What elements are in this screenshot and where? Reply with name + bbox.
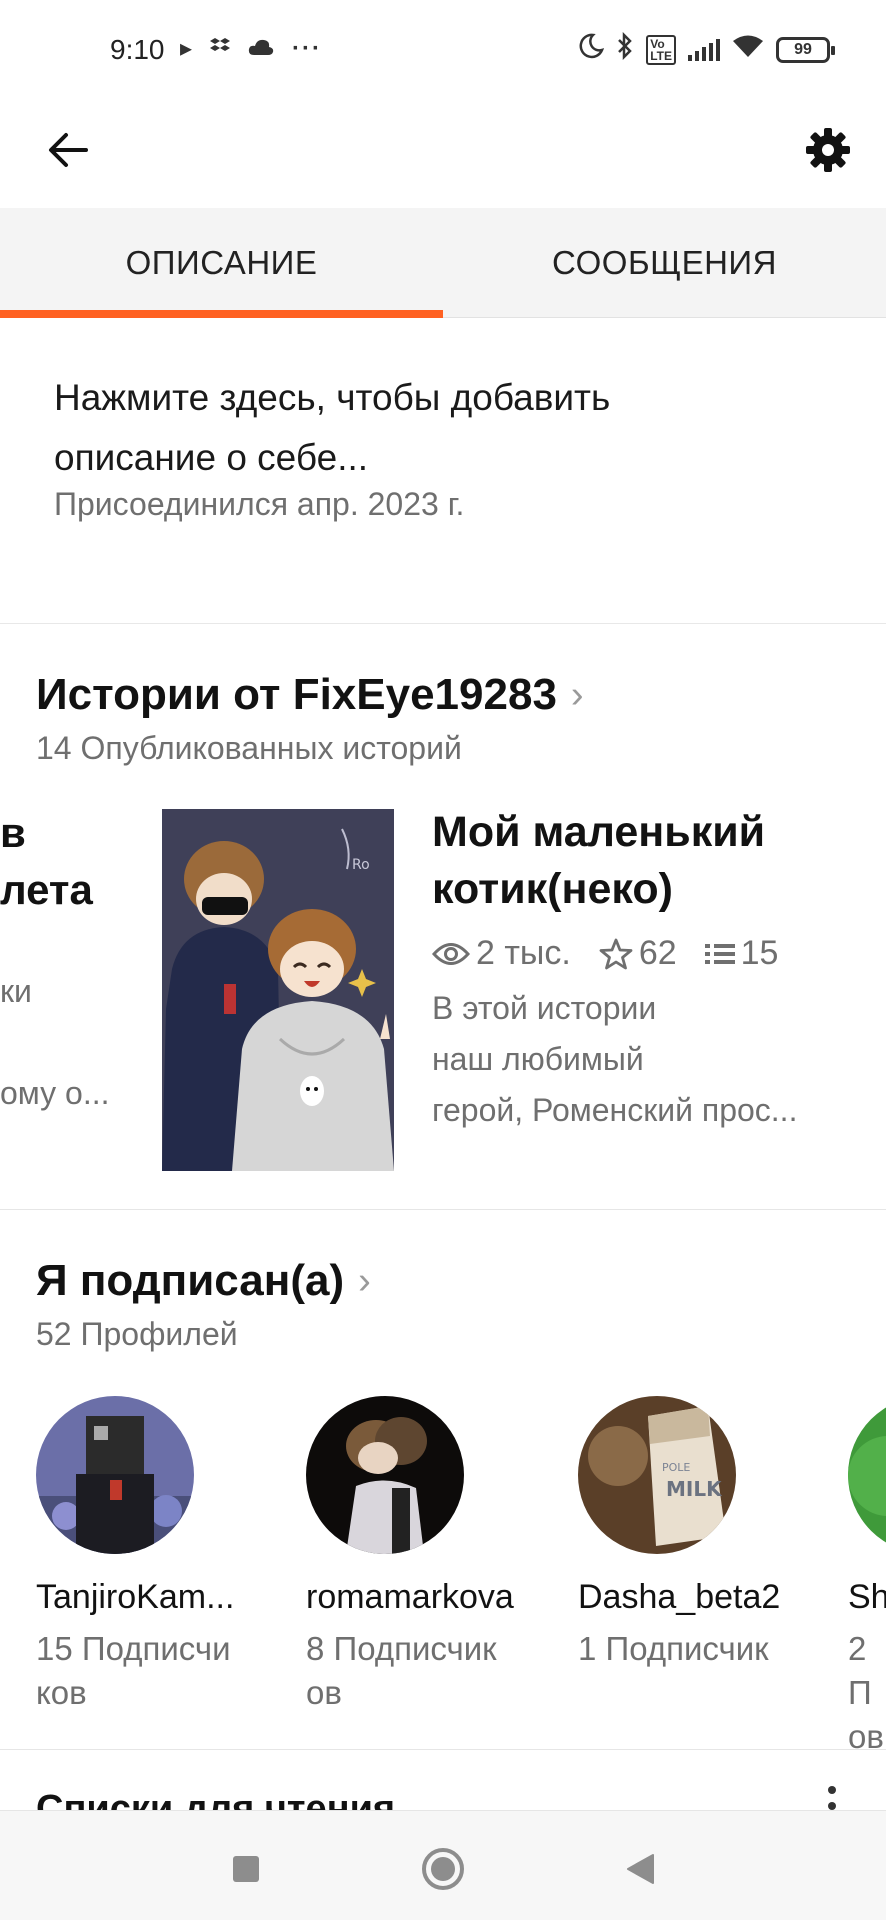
- following-count: 52 Профилей: [36, 1316, 238, 1352]
- battery-icon: 99: [776, 36, 835, 63]
- stories-count: 14 Опубликованных историй: [36, 730, 462, 766]
- stories-title: Истории от FixEye19283: [36, 670, 557, 719]
- tab-description[interactable]: ОПИСАНИЕ: [0, 208, 443, 318]
- signal-icon: [688, 38, 720, 61]
- following-title: Я подписан(а): [36, 1256, 345, 1305]
- more-vert-icon[interactable]: [828, 1786, 836, 1810]
- profile-followers: 2 П ов: [848, 1630, 884, 1755]
- reading-lists-section: Списки для чтения: [0, 1750, 886, 1810]
- chevron-right-icon: ›: [358, 1259, 371, 1302]
- list-icon: [704, 943, 735, 964]
- story-cover[interactable]: Ro: [162, 809, 394, 1171]
- story-card[interactable]: Мой маленький котик(неко) 2 тыс. 62 15 В…: [432, 804, 872, 1136]
- gear-icon: [806, 128, 850, 172]
- add-description-prompt[interactable]: Нажмите здесь, чтобы добавить описание о…: [54, 368, 774, 488]
- profile-name: romamarkova: [306, 1578, 514, 1616]
- story-stats: 2 тыс. 62 15: [432, 934, 872, 973]
- profile-followers: 8 Подписчик ов: [306, 1630, 497, 1711]
- settings-button[interactable]: [796, 118, 860, 182]
- app-bar: [0, 100, 886, 208]
- home-button[interactable]: [413, 1841, 473, 1897]
- reading-lists-title[interactable]: Списки для чтения: [36, 1788, 395, 1810]
- avatar: [36, 1396, 194, 1554]
- stop-icon: [233, 1856, 259, 1882]
- profile-followers: 1 Подписчик: [578, 1630, 769, 1667]
- home-icon: [422, 1848, 464, 1890]
- profile-card[interactable]: MILK POLE Dasha_beta2 1 Подписчик: [578, 1396, 808, 1671]
- stories-header[interactable]: Истории от FixEye19283 ›: [36, 670, 584, 720]
- story-cover-image: Ro: [162, 809, 394, 1171]
- system-nav-bar: [0, 1810, 886, 1920]
- eye-icon: [432, 942, 470, 965]
- joined-date: Присоединился апр. 2023 г.: [54, 486, 465, 522]
- profile-tabs: ОПИСАНИЕ СООБЩЕНИЯ: [0, 208, 886, 318]
- more-notifications-icon: ···: [292, 34, 323, 62]
- status-bar: 9:10 ▸ ··· Vo LTE 99: [0, 0, 886, 100]
- play-notification-icon: ▸: [180, 35, 193, 62]
- star-icon: [599, 938, 633, 969]
- story-reads: 2 тыс.: [476, 934, 571, 972]
- recents-button[interactable]: [216, 1841, 276, 1897]
- volte-icon: Vo LTE: [646, 34, 676, 65]
- profile-card[interactable]: Sh 2 П ов: [848, 1396, 886, 1759]
- bluetooth-icon: [616, 31, 634, 67]
- profile-card[interactable]: romamarkova 8 Подписчик ов: [306, 1396, 536, 1715]
- svg-text:Ro: Ro: [352, 857, 370, 873]
- profile-card[interactable]: TanjiroKam... 15 Подписчи ков: [36, 1396, 266, 1715]
- svg-text:POLE: POLE: [662, 1461, 690, 1474]
- story-parts: 15: [740, 934, 779, 972]
- avatar: [306, 1396, 464, 1554]
- system-back-button[interactable]: [610, 1841, 670, 1897]
- avatar: [848, 1396, 886, 1554]
- chevron-right-icon: ›: [570, 673, 584, 716]
- description-section: Нажмите здесь, чтобы добавить описание о…: [0, 318, 886, 624]
- story-description: В этой истории наш любимый герой, Роменс…: [432, 990, 798, 1128]
- tab-messages[interactable]: СООБЩЕНИЯ: [443, 208, 886, 317]
- back-triangle-icon: [627, 1854, 654, 1884]
- following-section: Я подписан(а) › 52 Профилей TanjiroKam..…: [0, 1210, 886, 1755]
- wifi-icon: [732, 34, 764, 65]
- back-button[interactable]: [38, 120, 98, 180]
- following-header[interactable]: Я подписан(а) ›: [36, 1256, 371, 1306]
- story-card-previous[interactable]: в лета ки ому о...: [0, 804, 120, 1119]
- moon-icon: [578, 33, 605, 66]
- cloud-icon: [248, 35, 274, 63]
- stories-section: Истории от FixEye19283 › 14 Опубликованн…: [0, 624, 886, 1210]
- story-title: Мой маленький котик(неко): [432, 808, 766, 913]
- profile-followers: 15 Подписчи ков: [36, 1630, 231, 1711]
- story-votes: 62: [638, 934, 677, 972]
- profile-name: Sh: [848, 1578, 886, 1616]
- profile-name: Dasha_beta2: [578, 1578, 781, 1616]
- avatar: MILK POLE: [578, 1396, 736, 1554]
- status-time: 9:10: [110, 34, 165, 65]
- dropbox-icon: [210, 35, 231, 63]
- svg-text:MILK: MILK: [666, 1477, 723, 1501]
- profile-name: TanjiroKam...: [36, 1578, 235, 1616]
- back-arrow-icon: [49, 133, 88, 167]
